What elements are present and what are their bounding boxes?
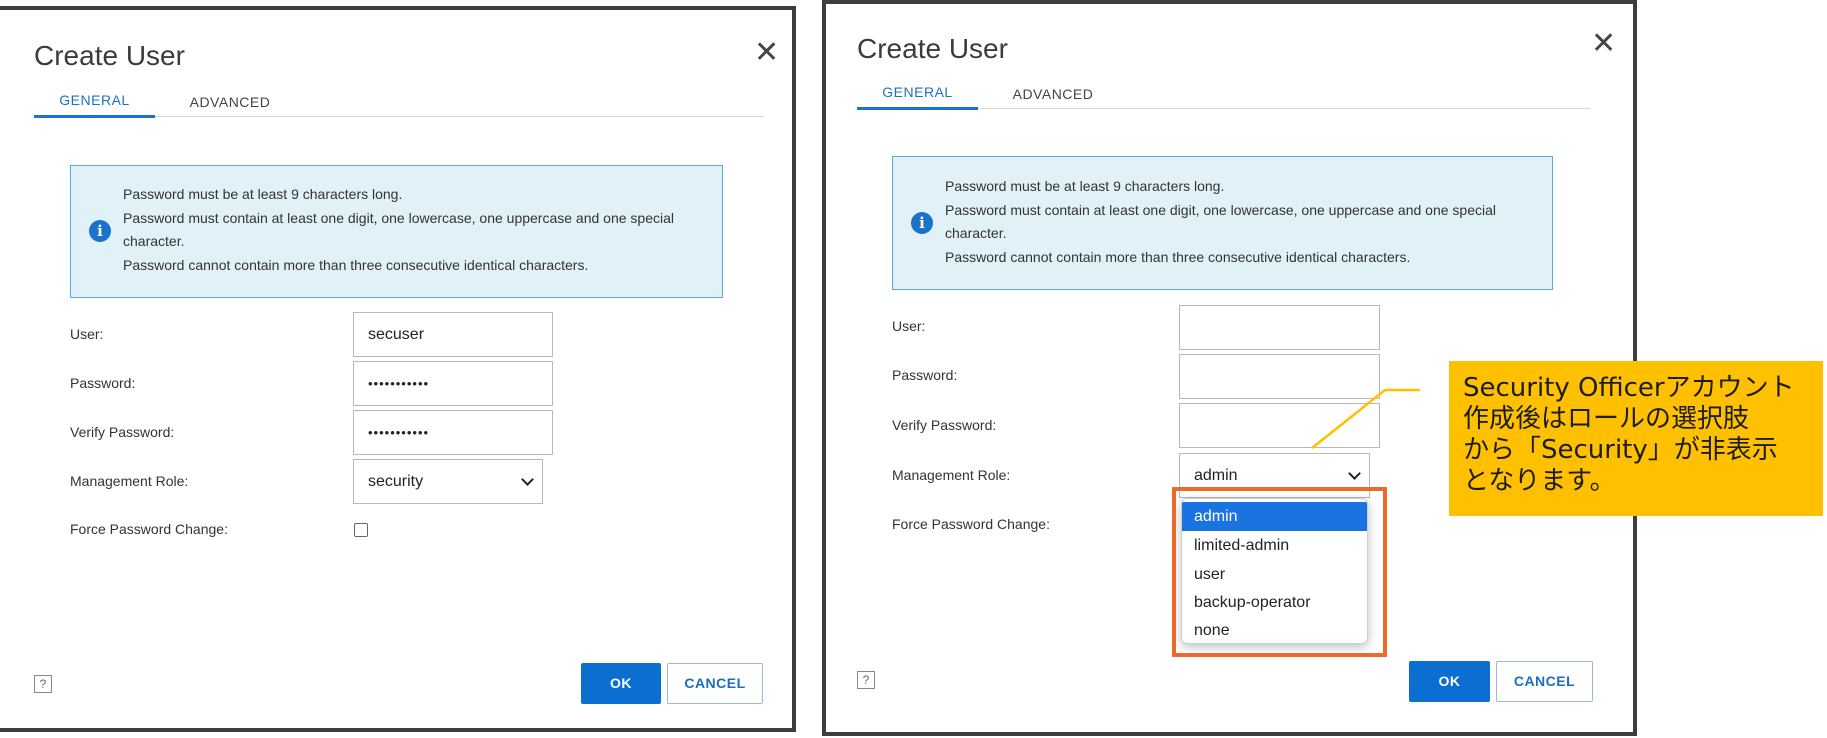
callout-line: 作成後はロールの選択肢	[1463, 404, 1750, 434]
callout-note: Security Officerアカウント 作成後はロールの選択肢 から「Sec…	[1449, 361, 1823, 516]
callout-line: から「Security」が非表示	[1463, 435, 1778, 465]
callout-line: Security Officerアカウント	[1463, 373, 1795, 403]
callout-line: となります。	[1463, 466, 1616, 496]
